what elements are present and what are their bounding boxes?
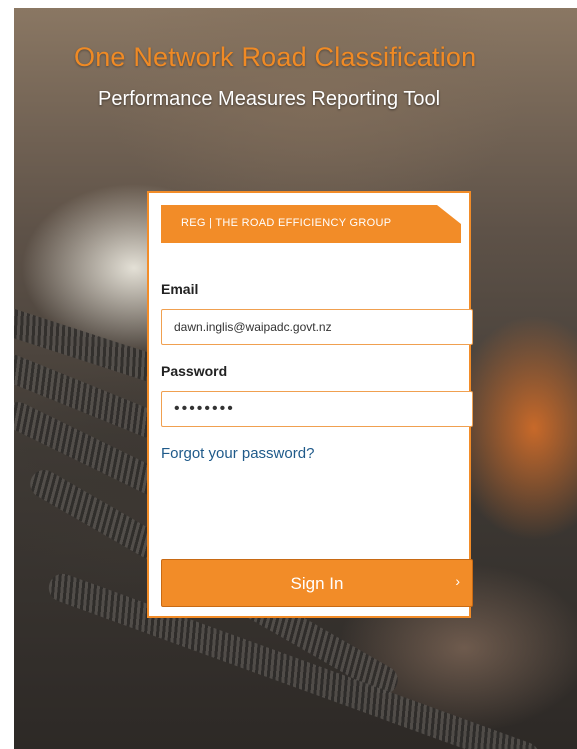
brand-logo-text: REG | THE ROAD EFFICIENCY GROUP [181,217,392,229]
email-field[interactable] [161,309,473,345]
forgot-password-link[interactable]: Forgot your password? [161,445,314,462]
password-field[interactable] [161,391,473,427]
page-subtitle: Performance Measures Reporting Tool [98,88,441,110]
login-page: One Network Road Classification Performa… [14,8,577,749]
chevron-right-icon: › [455,573,460,589]
page-title: One Network Road Classification [74,42,477,72]
sign-in-label: Sign In [290,574,344,593]
sign-in-button[interactable]: Sign In › [161,559,473,607]
password-label: Password [161,363,228,379]
login-card: REG | THE ROAD EFFICIENCY GROUP Email Pa… [147,191,473,618]
email-label: Email [161,281,199,297]
brand-banner: REG | THE ROAD EFFICIENCY GROUP [161,205,461,243]
